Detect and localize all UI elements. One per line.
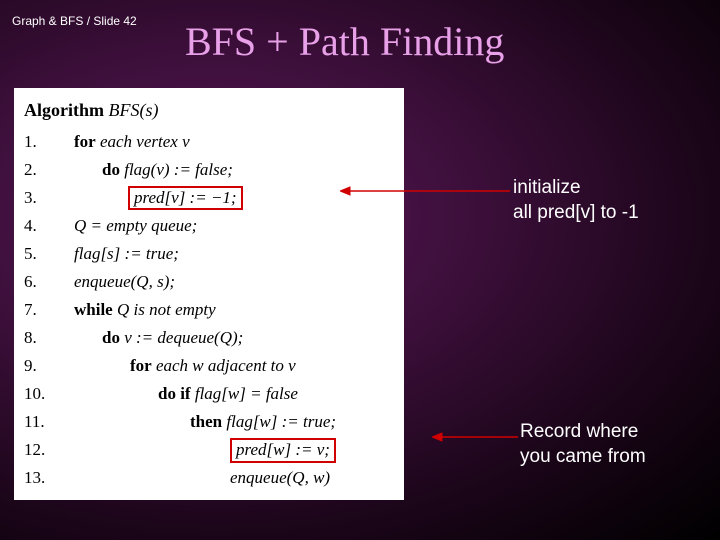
annotation-record: Record where you came from — [520, 420, 646, 469]
algo-line-10: 10. do if flag[w] = false — [24, 380, 394, 408]
keyword: do — [102, 160, 120, 179]
algo-line-7: 7. while Q is not empty — [24, 296, 394, 324]
algorithm-label: Algorithm — [24, 100, 104, 120]
algo-line-12: 12. pred[w] := v; — [24, 436, 394, 464]
code-text: Q = empty queue; — [50, 212, 197, 240]
line-number: 8. — [24, 324, 50, 352]
keyword: for — [74, 132, 96, 151]
annotation-text: all pred[v] to -1 — [513, 201, 639, 226]
algorithm-name: BFS(s) — [109, 100, 159, 120]
line-number: 6. — [24, 268, 50, 296]
algo-line-13: 13. enqueue(Q, w) — [24, 464, 394, 492]
annotation-initialize: initialize all pred[v] to -1 — [513, 176, 639, 225]
line-number: 12. — [24, 436, 50, 464]
algo-line-8: 8. do v := dequeue(Q); — [24, 324, 394, 352]
slide-title: BFS + Path Finding — [185, 18, 504, 65]
annotation-text: initialize — [513, 176, 639, 201]
line-number: 5. — [24, 240, 50, 268]
highlighted-code: pred[w] := v; — [230, 438, 336, 462]
algorithm-header: Algorithm BFS(s) — [24, 96, 394, 126]
code-text: Q is not empty — [113, 300, 216, 319]
arrow-icon — [340, 184, 510, 198]
line-number: 3. — [24, 184, 50, 212]
code-text: v := dequeue(Q); — [120, 328, 243, 347]
code-text: each vertex v — [96, 132, 190, 151]
code-text: enqueue(Q, s); — [50, 268, 175, 296]
line-number: 1. — [24, 128, 50, 156]
slide-header: Graph & BFS / Slide 42 — [12, 14, 137, 28]
code-text: enqueue(Q, w) — [50, 464, 330, 492]
algo-line-6: 6. enqueue(Q, s); — [24, 268, 394, 296]
keyword: while — [74, 300, 113, 319]
algo-line-3: 3. pred[v] := −1; — [24, 184, 394, 212]
code-text: flag[s] := true; — [50, 240, 179, 268]
code-text: flag[w] := true; — [222, 412, 336, 431]
algorithm-box: Algorithm BFS(s) 1. for each vertex v 2.… — [14, 88, 404, 500]
annotation-text: Record where — [520, 420, 646, 445]
line-number: 13. — [24, 464, 50, 492]
algo-line-11: 11. then flag[w] := true; — [24, 408, 394, 436]
keyword: then — [190, 412, 222, 431]
highlighted-code: pred[v] := −1; — [128, 186, 243, 210]
keyword: do — [102, 328, 120, 347]
line-number: 9. — [24, 352, 50, 380]
line-number: 4. — [24, 212, 50, 240]
code-text: flag(v) := false; — [120, 160, 233, 179]
keyword: for — [130, 356, 152, 375]
annotation-text: you came from — [520, 445, 646, 470]
line-number: 11. — [24, 408, 50, 436]
algo-line-4: 4. Q = empty queue; — [24, 212, 394, 240]
line-number: 7. — [24, 296, 50, 324]
algo-line-5: 5. flag[s] := true; — [24, 240, 394, 268]
arrow-icon — [432, 432, 518, 442]
code-text: flag[w] = false — [191, 384, 298, 403]
keyword: do if — [158, 384, 191, 403]
line-number: 2. — [24, 156, 50, 184]
algo-line-9: 9. for each w adjacent to v — [24, 352, 394, 380]
line-number: 10. — [24, 380, 50, 408]
code-text: each w adjacent to v — [152, 356, 296, 375]
algo-line-2: 2. do flag(v) := false; — [24, 156, 394, 184]
algo-line-1: 1. for each vertex v — [24, 128, 394, 156]
